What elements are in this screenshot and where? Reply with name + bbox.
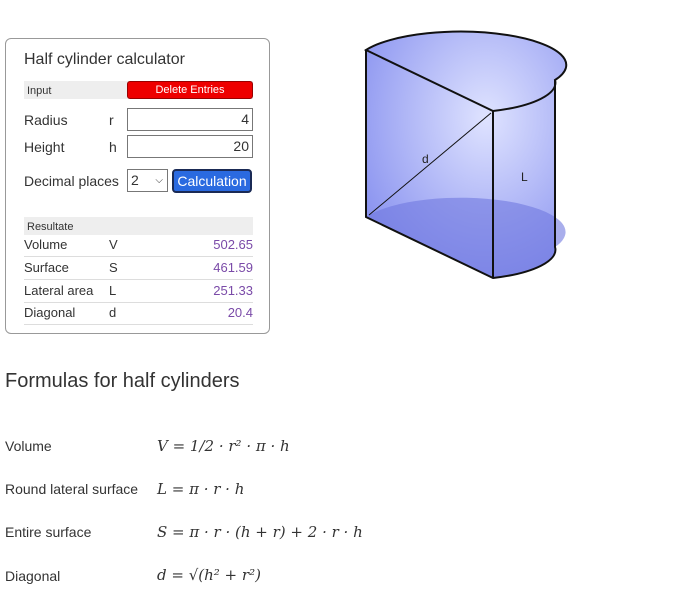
half-cylinder-figure: d L xyxy=(363,30,568,280)
lateral-label: L xyxy=(521,170,528,184)
result-label: Diagonal xyxy=(24,305,76,320)
result-row: Diagonal d 20.4 xyxy=(24,302,253,325)
formula-label-volume: Volume xyxy=(5,438,52,454)
formula-volume: V = 1/2 · r² · π · h xyxy=(157,437,290,455)
formula-lateral: L = π · r · h xyxy=(157,480,245,498)
formulas-title: Formulas for half cylinders xyxy=(5,370,240,392)
result-value: 20.4 xyxy=(227,305,253,320)
formula-diagonal: d = √(h² + r²) xyxy=(157,566,261,584)
formula-surface: S = π · r · (h + r) + 2 · r · h xyxy=(157,523,363,541)
diagonal-label: d xyxy=(422,152,429,166)
result-symbol: d xyxy=(109,305,117,320)
formula-label-diagonal: Diagonal xyxy=(5,568,61,584)
formula-label-lateral: Round lateral surface xyxy=(5,481,139,497)
formula-label-surface: Entire surface xyxy=(5,524,92,540)
